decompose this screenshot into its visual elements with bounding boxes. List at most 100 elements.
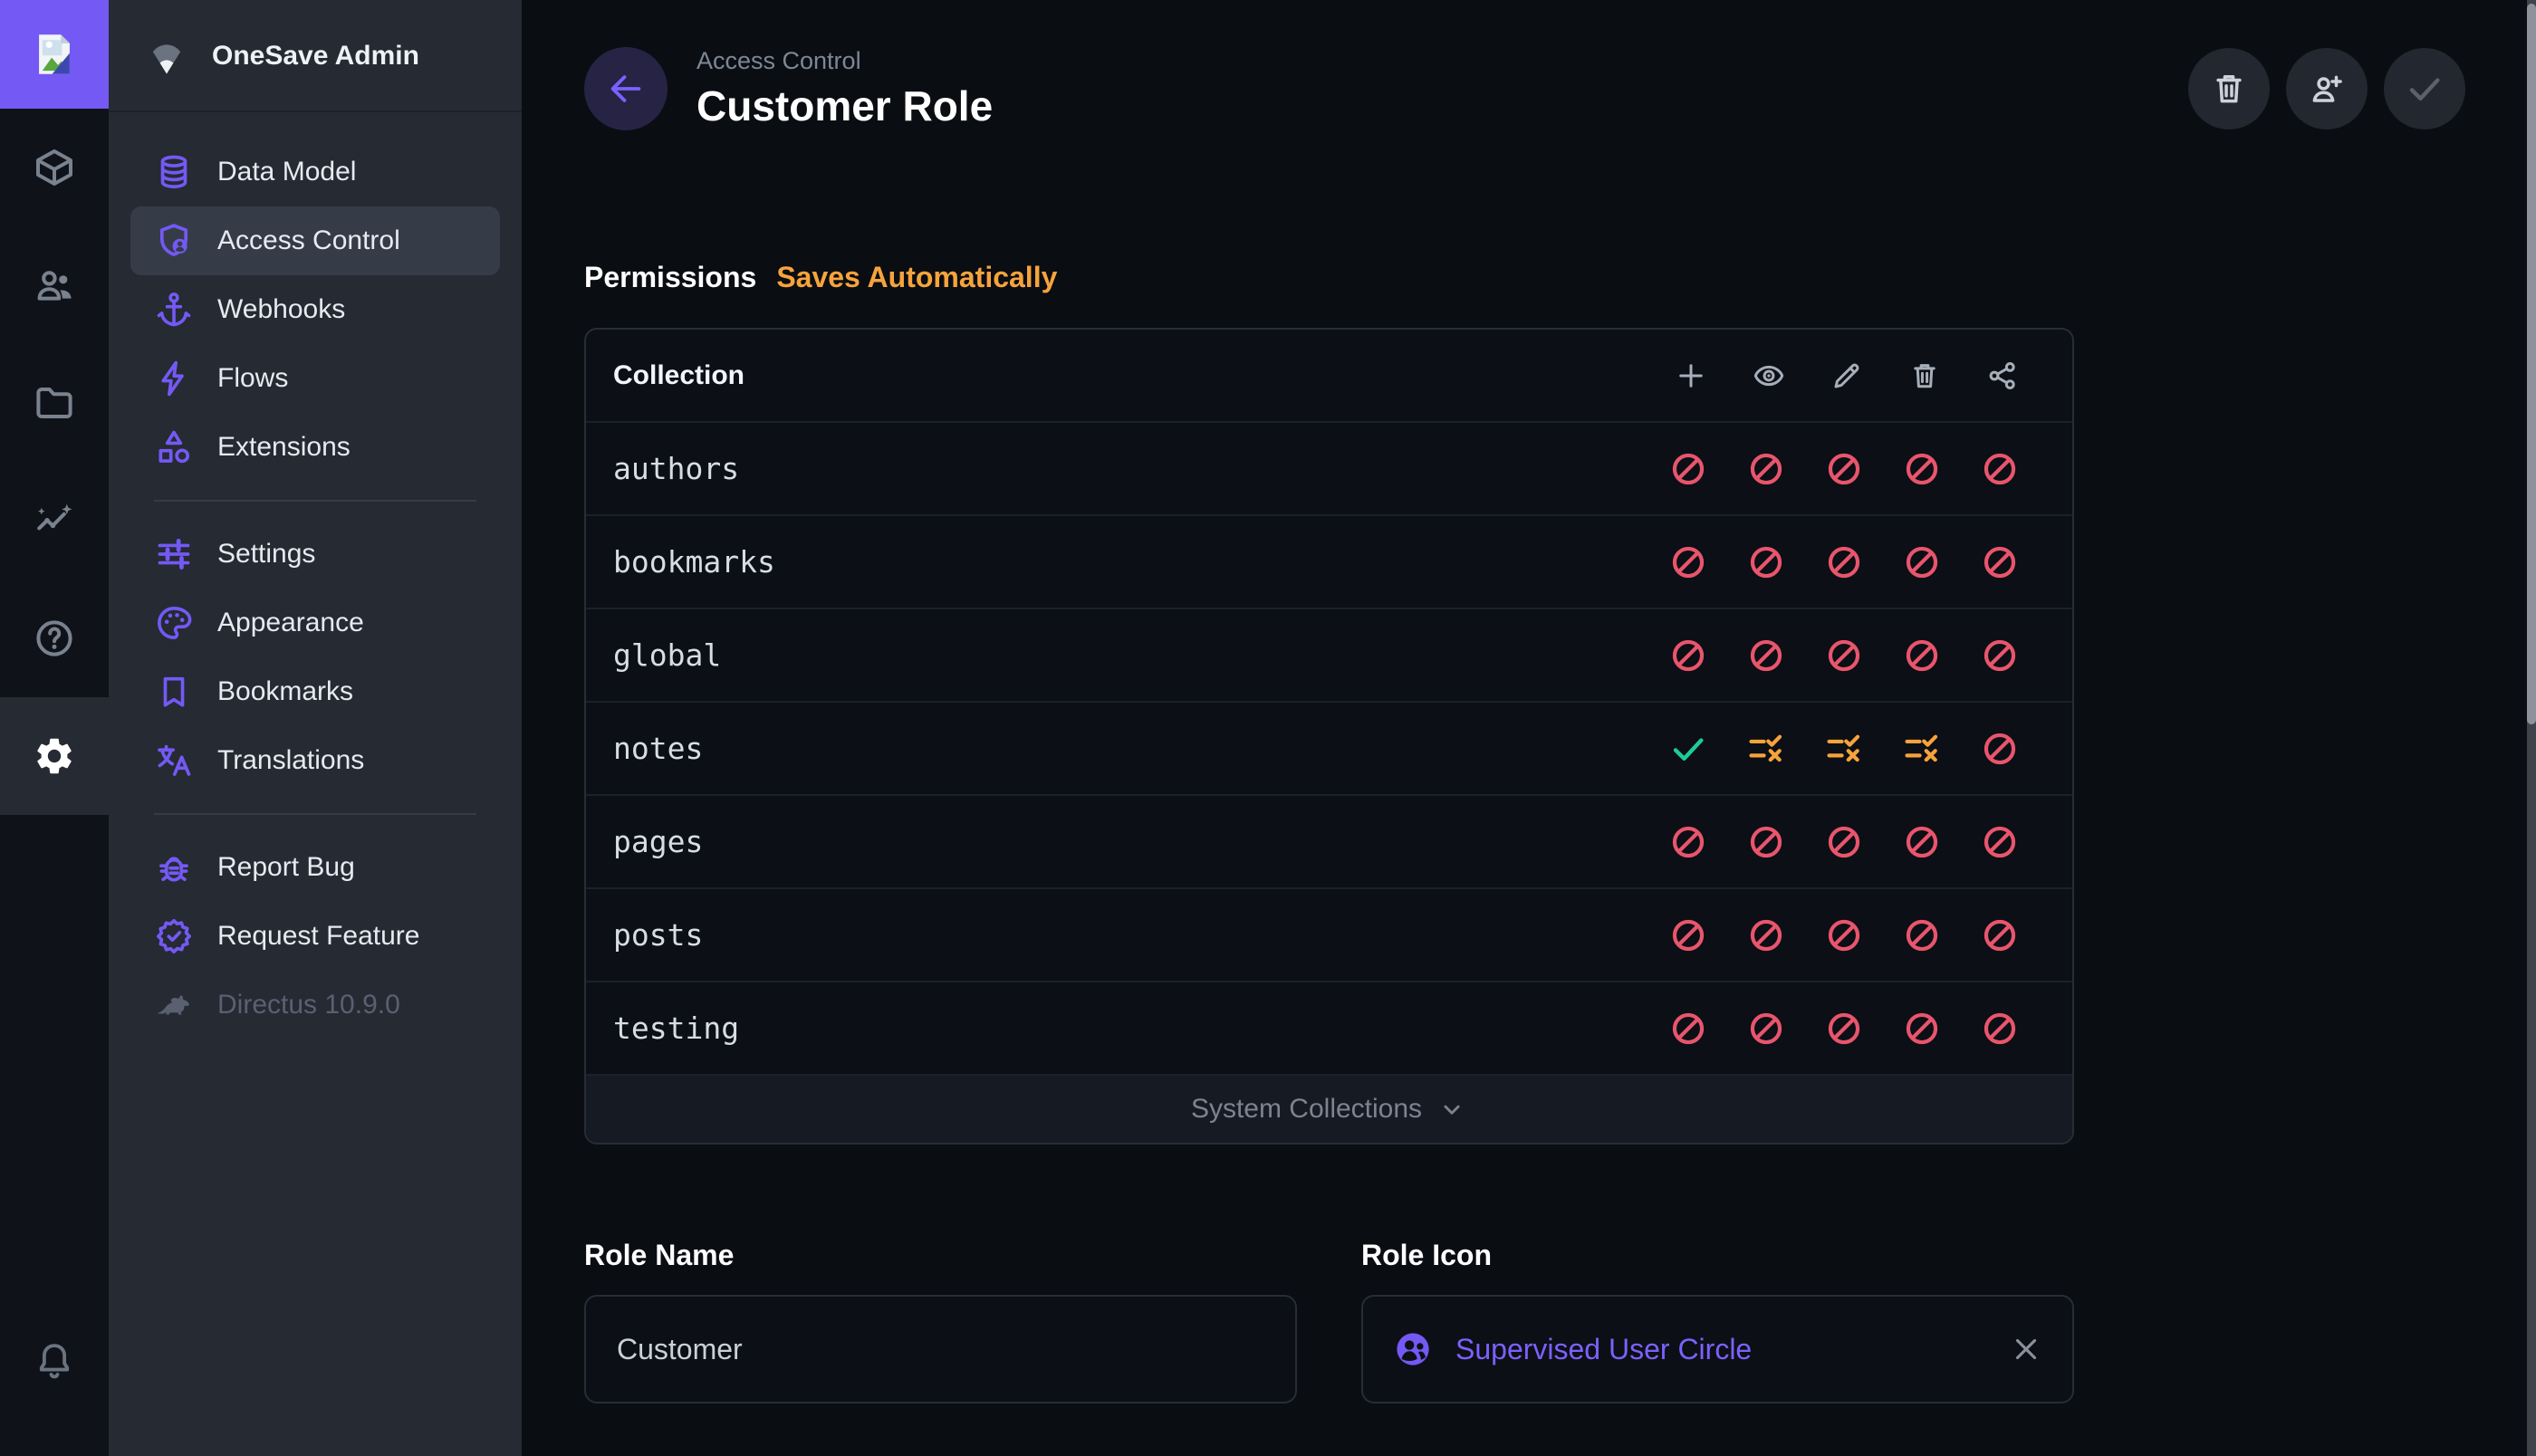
notifications-button[interactable] [0,1302,109,1420]
permission-blocked-icon[interactable] [1669,1010,1707,1048]
collection-column-header: Collection [613,360,1675,391]
permission-blocked-icon[interactable] [1981,730,2019,768]
sidebar-item-bookmarks[interactable]: Bookmarks [130,657,500,726]
sidebar-item-request-feature[interactable]: Request Feature [130,902,500,971]
permission-blocked-icon[interactable] [1903,916,1941,954]
module-insights[interactable] [0,462,109,580]
permission-blocked-icon[interactable] [1825,823,1863,861]
trash-icon [1908,359,1941,392]
permission-blocked-icon[interactable] [1825,543,1863,581]
chevron-down-icon [1436,1094,1467,1125]
pencil-icon [1830,359,1863,392]
module-help[interactable] [0,580,109,697]
project-name: OneSave Admin [212,41,419,72]
permission-blocked-icon[interactable] [1669,637,1707,675]
permission-blocked-icon[interactable] [1669,543,1707,581]
save-button[interactable] [2384,48,2465,129]
permission-cells [1669,637,2019,675]
sidebar-item-access-control[interactable]: Access Control [130,206,500,275]
permission-cells [1669,450,2019,488]
permission-blocked-icon[interactable] [1981,450,2019,488]
module-bar-spacer [0,815,109,1302]
permission-custom-icon[interactable] [1747,730,1785,768]
eye-icon [1753,359,1785,392]
sidebar-header[interactable]: OneSave Admin [109,0,522,112]
system-collections-toggle[interactable]: System Collections [586,1076,2072,1143]
invite-user-button[interactable] [2286,48,2368,129]
permission-blocked-icon[interactable] [1903,1010,1941,1048]
permission-allowed-icon[interactable] [1669,730,1707,768]
sidebar-item-label: Extensions [217,432,351,463]
header-actions [2188,48,2465,129]
role-icon-value: Supervised User Circle [1455,1333,2009,1366]
module-settings[interactable] [0,697,109,815]
box-icon [33,146,76,189]
database-icon [154,152,194,192]
permission-blocked-icon[interactable] [1903,450,1941,488]
sidebar-item-translations[interactable]: Translations [130,726,500,795]
table-row: authors [586,423,2072,516]
role-icon-label: Role Icon [1361,1237,2074,1273]
permission-blocked-icon[interactable] [1747,543,1785,581]
close-icon [2009,1332,2043,1366]
sidebar-item-label: Request Feature [217,921,419,952]
sidebar-item-report-bug[interactable]: Report Bug [130,833,500,902]
collection-name: testing [613,1011,1669,1046]
module-users[interactable] [0,226,109,344]
permission-blocked-icon[interactable] [1903,637,1941,675]
permission-blocked-icon[interactable] [1825,1010,1863,1048]
permission-blocked-icon[interactable] [1747,637,1785,675]
role-icon-field: Role Icon Supervised User Circle [1361,1237,2074,1403]
sidebar-item-label: Webhooks [217,294,345,325]
permission-blocked-icon[interactable] [1981,823,2019,861]
permission-blocked-icon[interactable] [1825,916,1863,954]
permissions-heading: Permissions [584,261,756,294]
breadcrumb[interactable]: Access Control [696,47,993,75]
back-button[interactable] [584,47,668,130]
collection-name: notes [613,731,1669,766]
permission-custom-icon[interactable] [1825,730,1863,768]
sidebar-nav: Data Model Access Control Webhooks Flows… [109,112,522,1039]
sidebar-item-flows[interactable]: Flows [130,344,500,413]
trash-icon [2210,70,2248,108]
sidebar-item-extensions[interactable]: Extensions [130,413,500,482]
page-header: Access Control Customer Role [584,33,2465,145]
permission-blocked-icon[interactable] [1669,823,1707,861]
permission-blocked-icon[interactable] [1747,450,1785,488]
settings-sidebar: OneSave Admin Data Model Access Control … [109,0,522,1456]
arrow-left-icon [605,68,647,110]
permission-blocked-icon[interactable] [1981,543,2019,581]
permission-blocked-icon[interactable] [1981,1010,2019,1048]
permission-blocked-icon[interactable] [1747,916,1785,954]
permission-blocked-icon[interactable] [1669,916,1707,954]
page-titles: Access Control Customer Role [696,47,993,130]
clear-role-icon-button[interactable] [2009,1332,2043,1366]
version-label: Directus 10.9.0 [217,990,400,1020]
main-content: Access Control Customer Role Permissions… [522,0,2536,1456]
role-icon-box[interactable]: Supervised User Circle [1361,1295,2074,1403]
permission-blocked-icon[interactable] [1669,450,1707,488]
collections-table-body: authorsbookmarksglobalnotespagespoststes… [586,423,2072,1076]
module-content[interactable] [0,109,109,226]
permission-blocked-icon[interactable] [1903,823,1941,861]
permission-blocked-icon[interactable] [1825,450,1863,488]
permission-blocked-icon[interactable] [1747,823,1785,861]
scrollbar-thumb[interactable] [2527,4,2536,724]
delete-role-button[interactable] [2188,48,2270,129]
project-logo[interactable] [0,0,109,109]
permission-blocked-icon[interactable] [1903,543,1941,581]
sidebar-item-data-model[interactable]: Data Model [130,138,500,206]
shapes-icon [154,427,194,467]
permission-blocked-icon[interactable] [1747,1010,1785,1048]
role-name-input[interactable] [615,1332,1266,1367]
sidebar-item-settings[interactable]: Settings [130,520,500,589]
module-files[interactable] [0,344,109,462]
permission-blocked-icon[interactable] [1981,637,2019,675]
permission-blocked-icon[interactable] [1981,916,2019,954]
permission-cells [1669,823,2019,861]
sidebar-item-webhooks[interactable]: Webhooks [130,275,500,344]
role-name-label: Role Name [584,1237,1297,1273]
permission-blocked-icon[interactable] [1825,637,1863,675]
permission-custom-icon[interactable] [1903,730,1941,768]
sidebar-item-appearance[interactable]: Appearance [130,589,500,657]
